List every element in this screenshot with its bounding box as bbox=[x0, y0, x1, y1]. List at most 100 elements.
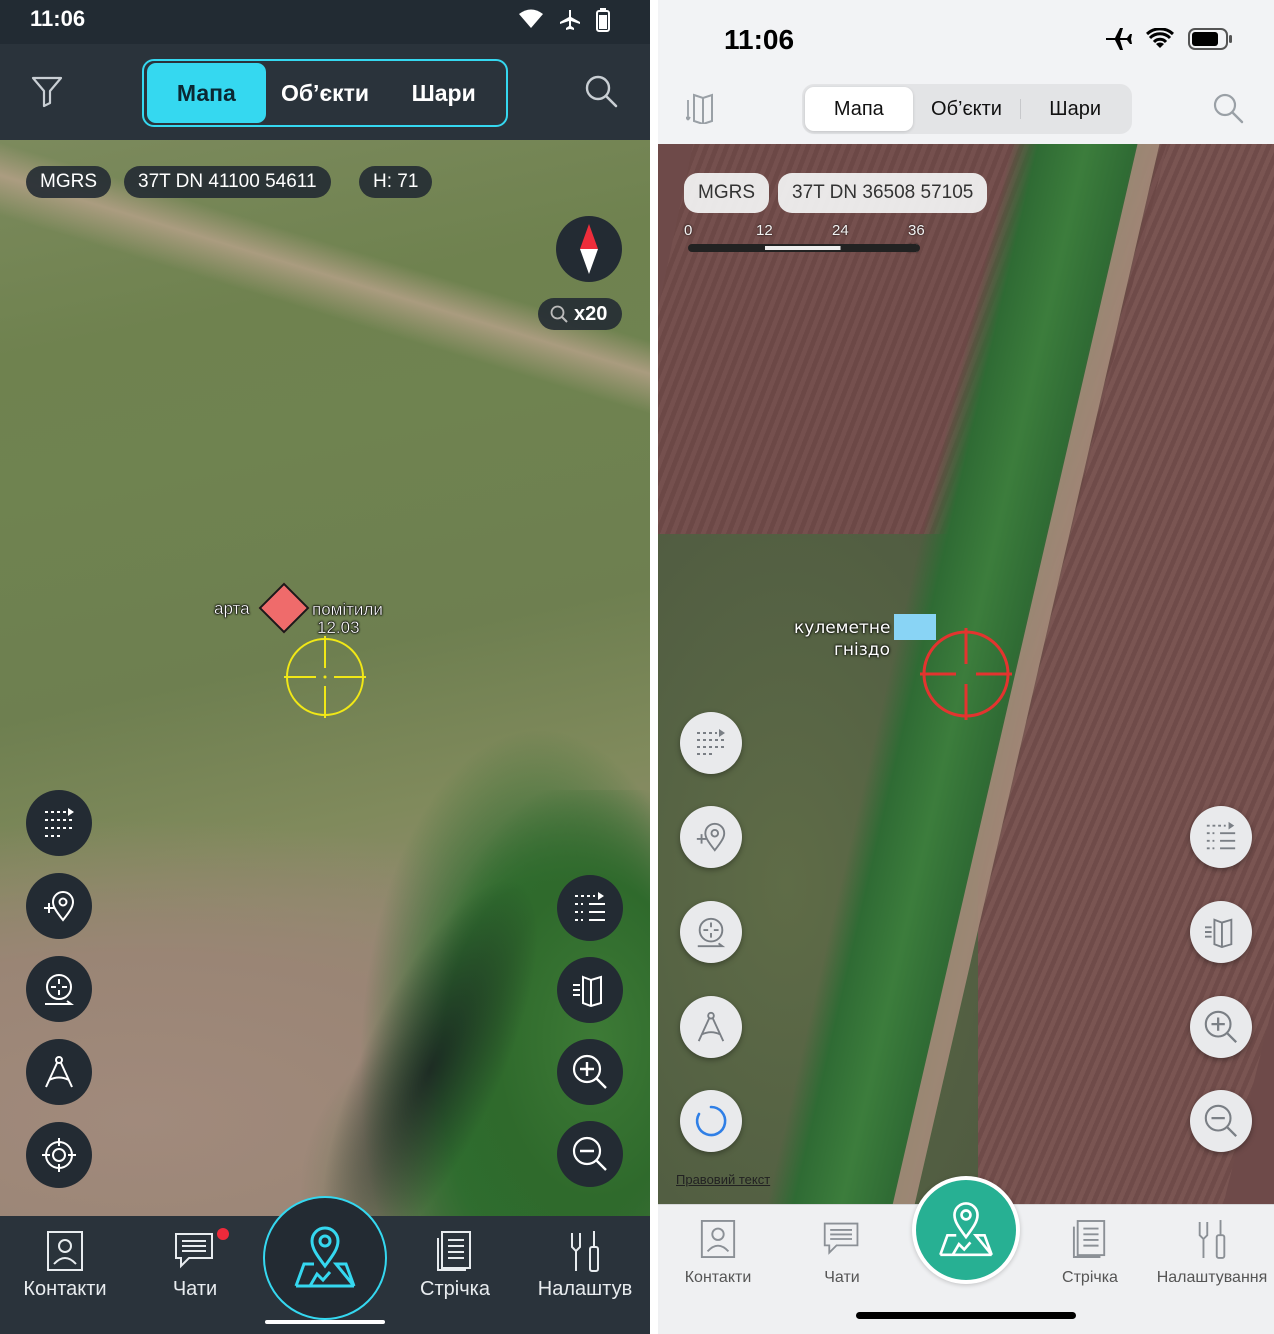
add-pin-icon bbox=[696, 822, 726, 852]
measure-radius-button[interactable] bbox=[680, 901, 742, 963]
tab-feed-label: Стрічка bbox=[1062, 1269, 1118, 1286]
height-chip: H: 71 bbox=[359, 166, 433, 198]
map-layers-button[interactable] bbox=[1190, 901, 1252, 963]
loading-spinner-icon bbox=[695, 1105, 727, 1137]
map-icon bbox=[294, 1226, 356, 1288]
chat-unread-badge bbox=[217, 1228, 229, 1240]
battery-icon bbox=[596, 8, 610, 32]
zoom-out-button[interactable] bbox=[1190, 1090, 1252, 1152]
crosshair-icon bbox=[284, 636, 366, 718]
marker-label-left: арта bbox=[214, 599, 250, 618]
tab-map[interactable]: Мапа bbox=[147, 63, 266, 123]
home-indicator[interactable] bbox=[265, 1320, 385, 1324]
add-pin-icon bbox=[44, 891, 75, 922]
crosshair-icon bbox=[920, 628, 1012, 720]
tab-settings[interactable]: Налаштув bbox=[520, 1228, 650, 1301]
tab-chats[interactable]: Чати bbox=[130, 1228, 260, 1301]
map-layers-button[interactable] bbox=[557, 957, 623, 1023]
airplane-icon bbox=[560, 10, 580, 30]
tab-contacts-label: Контакти bbox=[23, 1278, 107, 1300]
tab-chats[interactable]: Чати bbox=[782, 1215, 902, 1287]
tab-feed-label: Стрічка bbox=[420, 1278, 490, 1300]
home-indicator[interactable] bbox=[856, 1312, 1076, 1319]
zoom-out-button[interactable] bbox=[557, 1121, 623, 1187]
coordinates-chip[interactable]: 37T DN 36508 57105 bbox=[778, 173, 988, 213]
route-dotted-icon bbox=[697, 729, 725, 755]
compass-button[interactable] bbox=[556, 216, 622, 282]
scale-tick: 0 bbox=[684, 222, 693, 239]
my-location-button[interactable] bbox=[26, 1122, 92, 1188]
measure-angle-button[interactable] bbox=[26, 1039, 92, 1105]
airplane-icon bbox=[1106, 28, 1132, 50]
tab-feed[interactable]: Стрічка bbox=[390, 1228, 520, 1301]
settings-icon bbox=[571, 1231, 599, 1272]
tab-objects[interactable]: Об’єкти bbox=[913, 87, 1021, 131]
add-point-button[interactable] bbox=[680, 806, 742, 868]
my-location-button[interactable] bbox=[680, 1090, 742, 1152]
marker-label-line2: гніздо bbox=[834, 640, 890, 660]
tab-layers[interactable]: Шари bbox=[384, 63, 503, 123]
marker-date: 12.03 bbox=[317, 618, 360, 637]
list-route-button[interactable] bbox=[1190, 806, 1252, 868]
tab-map-center[interactable] bbox=[912, 1176, 1020, 1284]
map-list-toggle-icon[interactable] bbox=[686, 92, 720, 124]
coord-system-chip[interactable]: MGRS bbox=[684, 173, 769, 213]
tab-map[interactable]: Мапа bbox=[805, 87, 913, 131]
tab-contacts[interactable]: Контакти bbox=[0, 1228, 130, 1301]
compass-divider-icon bbox=[697, 1011, 725, 1042]
zoom-level: x20 bbox=[574, 302, 608, 325]
view-segmented-control: Мапа Об’єкти Шари bbox=[142, 59, 508, 127]
legal-text-link[interactable]: Правовий текст bbox=[676, 1172, 770, 1187]
ios-screen: 11:06 Мапа Об’єкти Шари MGRS 37T DN 3650… bbox=[658, 0, 1274, 1334]
search-icon[interactable] bbox=[584, 74, 618, 108]
status-time: 11:06 bbox=[724, 24, 795, 55]
feed-icon bbox=[437, 1231, 471, 1271]
tab-contacts[interactable]: Контакти bbox=[658, 1215, 778, 1287]
compass-icon bbox=[580, 224, 598, 274]
status-icons bbox=[1104, 26, 1234, 52]
magnifier-icon bbox=[550, 305, 568, 323]
list-route-button[interactable] bbox=[557, 875, 623, 941]
status-bar: 11:06 bbox=[0, 0, 650, 44]
filter-icon[interactable] bbox=[30, 74, 64, 108]
measure-radius-button[interactable] bbox=[26, 956, 92, 1022]
tab-chats-label: Чати bbox=[824, 1269, 860, 1286]
coord-system-chip[interactable]: MGRS bbox=[26, 166, 111, 198]
contacts-icon bbox=[700, 1220, 736, 1258]
settings-icon bbox=[1198, 1220, 1226, 1259]
android-screen: 11:06 Мапа Об’єкти Шари MGRS 37T DN 4110… bbox=[0, 0, 650, 1334]
map-legend-icon bbox=[1205, 918, 1233, 948]
route-dotted-icon bbox=[45, 808, 74, 837]
tab-objects[interactable]: Об’єкти bbox=[266, 63, 385, 123]
map-icon bbox=[939, 1202, 993, 1257]
scale-tick: 12 bbox=[756, 222, 773, 239]
zoom-in-button[interactable] bbox=[1190, 996, 1252, 1058]
tab-chats-label: Чати bbox=[172, 1278, 218, 1300]
contacts-icon bbox=[47, 1231, 83, 1271]
tab-settings-label: Налаштування bbox=[1156, 1269, 1268, 1286]
tab-contacts-label: Контакти bbox=[684, 1269, 752, 1286]
radius-icon bbox=[45, 974, 74, 1005]
view-segmented-control: Мапа Об’єкти Шари bbox=[802, 84, 1132, 134]
zoom-in-icon bbox=[572, 1054, 607, 1089]
zoom-level-chip: x20 bbox=[538, 298, 622, 330]
route-button[interactable] bbox=[26, 790, 92, 856]
tab-settings[interactable]: Налаштування bbox=[1152, 1215, 1272, 1287]
compass-divider-icon bbox=[45, 1056, 73, 1088]
tab-layers[interactable]: Шари bbox=[1021, 87, 1129, 131]
battery-icon bbox=[1188, 28, 1232, 50]
search-icon[interactable] bbox=[1212, 92, 1244, 124]
chat-icon bbox=[175, 1233, 213, 1269]
coordinates-chip[interactable]: 37T DN 41100 54611 bbox=[124, 166, 331, 198]
tab-feed[interactable]: Стрічка bbox=[1030, 1215, 1150, 1287]
measure-angle-button[interactable] bbox=[680, 996, 742, 1058]
tab-map-center[interactable] bbox=[263, 1196, 387, 1320]
wifi-icon bbox=[519, 9, 543, 28]
route-button[interactable] bbox=[680, 712, 742, 774]
tab-settings-label: Налаштув bbox=[537, 1278, 633, 1300]
feed-icon bbox=[1072, 1220, 1106, 1258]
status-time: 11:06 bbox=[30, 6, 86, 31]
zoom-in-button[interactable] bbox=[557, 1039, 623, 1105]
scale-tick: 24 bbox=[832, 222, 849, 239]
add-point-button[interactable] bbox=[26, 873, 92, 939]
